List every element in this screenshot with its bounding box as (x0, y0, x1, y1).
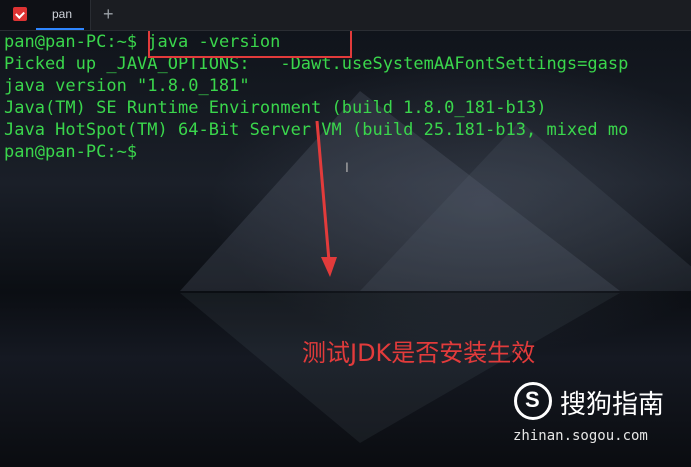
terminal-tab[interactable]: pan (0, 0, 91, 30)
terminal-line-4: Java(TM) SE Runtime Environment (build 1… (4, 98, 547, 118)
watermark-url: zhinan.sogou.com (513, 428, 648, 444)
tab-label: pan (52, 7, 73, 21)
terminal-area[interactable]: pan@pan-PC:~$ java -version Picked up _J… (0, 31, 691, 467)
terminal-line-6: pan@pan-PC:~$ (4, 142, 138, 162)
background-mountain-2 (360, 121, 691, 291)
terminal-app-icon (13, 7, 27, 21)
new-tab-plus-icon[interactable]: + (103, 4, 114, 25)
active-tab-indicator (36, 28, 84, 30)
annotation-caption: 测试JDK是否安装生效 (302, 339, 536, 367)
watermark-brand: 搜狗指南 (560, 390, 665, 420)
terminal-line-3: java version "1.8.0_181" (4, 76, 250, 96)
text-cursor-icon: I (345, 159, 349, 175)
annotation-arrow (315, 121, 337, 277)
sogou-logo-icon (514, 382, 552, 420)
tab-bar: pan + (0, 0, 691, 31)
background-reflection (180, 293, 620, 443)
command-highlight-box (148, 31, 352, 58)
prompt: pan@pan-PC:~$ (4, 32, 148, 52)
